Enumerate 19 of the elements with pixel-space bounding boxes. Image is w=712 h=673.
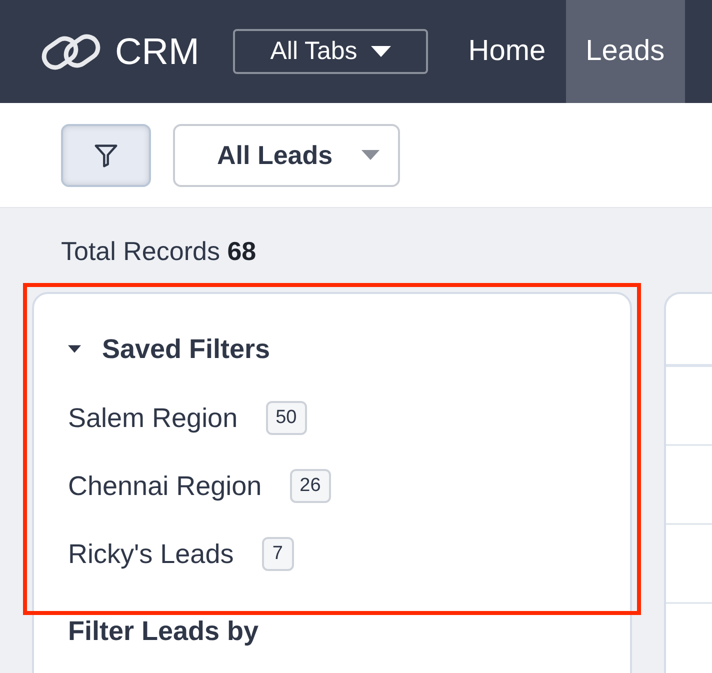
nav-tab[interactable]: Leads bbox=[566, 0, 685, 103]
saved-filters-title: Saved Filters bbox=[102, 334, 270, 364]
all-tabs-dropdown[interactable]: All Tabs bbox=[233, 29, 428, 74]
count-badge: 7 bbox=[262, 537, 294, 571]
saved-filter-link[interactable]: Salem Region bbox=[68, 401, 238, 435]
count-badge: 50 bbox=[266, 401, 307, 435]
funnel-icon bbox=[94, 142, 118, 168]
saved-filter-link[interactable]: Ricky's Leads bbox=[68, 537, 234, 571]
caret-down-icon[interactable] bbox=[68, 345, 81, 353]
saved-filter-link[interactable]: Chennai Region bbox=[68, 469, 262, 503]
nav-tab[interactable]: Home bbox=[448, 0, 566, 103]
view-select-dropdown[interactable]: All Leads bbox=[173, 124, 400, 186]
caret-down-icon bbox=[371, 46, 392, 57]
total-records-text: Total Records 68 bbox=[60, 235, 258, 266]
crm-logo-text: CRM bbox=[115, 32, 200, 72]
filter-by-heading: Filter Leads by bbox=[67, 615, 260, 648]
caret-down-icon bbox=[360, 150, 380, 160]
filter-button[interactable] bbox=[61, 124, 151, 186]
count-badge: 26 bbox=[290, 469, 331, 503]
